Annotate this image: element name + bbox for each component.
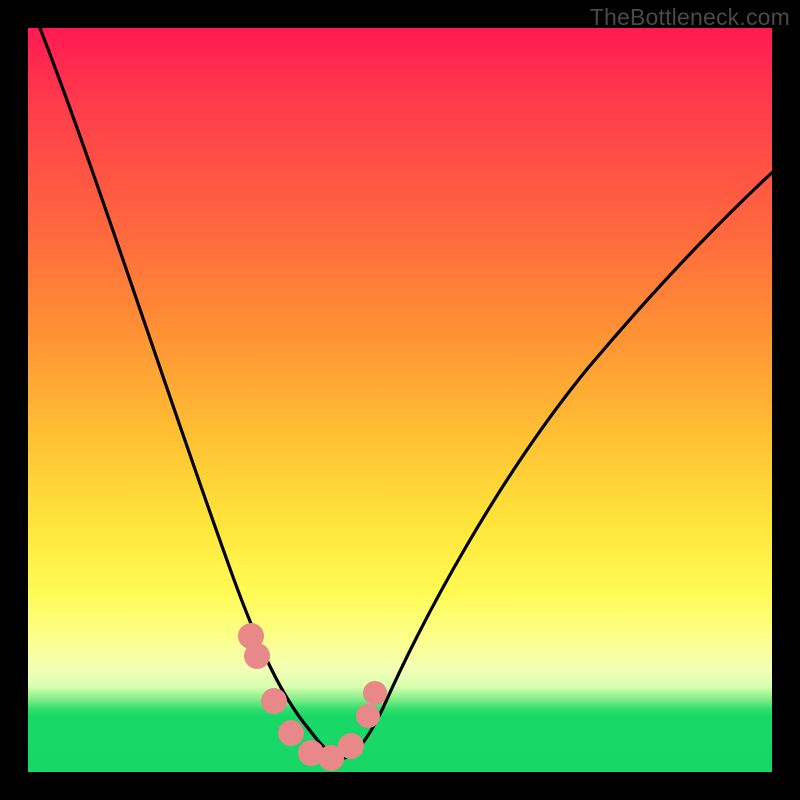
highlight-points xyxy=(238,623,387,771)
curve-layer xyxy=(28,28,772,772)
plot-area xyxy=(28,28,772,772)
watermark-text: TheBottleneck.com xyxy=(590,4,790,31)
chart-frame: TheBottleneck.com xyxy=(0,0,800,800)
bottleneck-curve xyxy=(34,28,772,758)
